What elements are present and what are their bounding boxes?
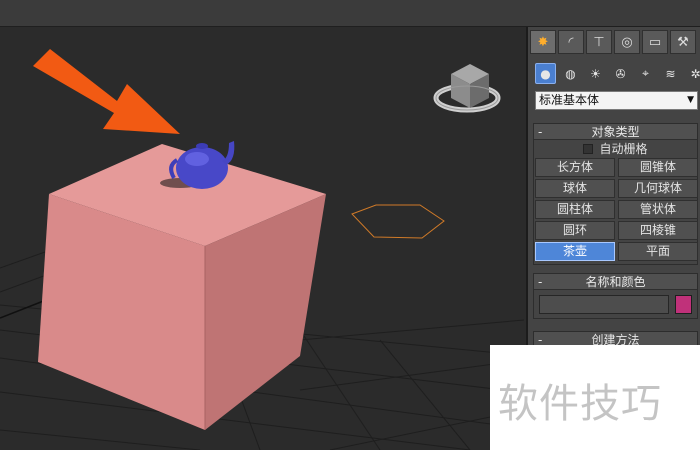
cone-button[interactable]: 圆锥体: [618, 158, 698, 177]
cameras-icon[interactable]: ✇: [610, 63, 631, 84]
helpers-icon[interactable]: ⌖: [635, 63, 656, 84]
arrow-annotation: [33, 49, 180, 134]
object-type-header[interactable]: - 对象类型: [534, 124, 697, 140]
create-tab-icon[interactable]: ✸: [530, 30, 556, 54]
category-icons: ● ◍ ☀ ✇ ⌖ ≋ ✲: [535, 63, 700, 84]
name-color-rollout: - 名称和颜色: [533, 273, 698, 319]
motion-tab-icon[interactable]: ◎: [614, 30, 640, 54]
geometry-icon[interactable]: ●: [535, 63, 556, 84]
command-panel-tabs: ✸ ◜ ⊤ ◎ ▭ ⚒: [530, 30, 696, 54]
teapot-button[interactable]: 茶壶: [535, 242, 615, 261]
object-type-rollout: - 对象类型 自动栅格 长方体 圆锥体 球体 几何球体 圆柱体 管状体 圆环 四…: [533, 123, 698, 265]
autogrid-row: 自动栅格: [534, 140, 697, 157]
modify-tab-icon[interactable]: ◜: [558, 30, 584, 54]
viewcube[interactable]: [433, 64, 501, 113]
object-type-buttons: 长方体 圆锥体 球体 几何球体 圆柱体 管状体 圆环 四棱锥 茶壶 平面: [534, 157, 698, 264]
autogrid-label: 自动栅格: [599, 142, 648, 156]
utilities-tab-icon[interactable]: ⚒: [670, 30, 696, 54]
name-color-header[interactable]: - 名称和颜色: [534, 274, 697, 290]
space-warps-icon[interactable]: ≋: [660, 63, 681, 84]
sphere-button[interactable]: 球体: [535, 179, 615, 198]
cylinder-button[interactable]: 圆柱体: [535, 200, 615, 219]
collapse-icon: -: [538, 125, 543, 139]
pyramid-button[interactable]: 四棱锥: [618, 221, 698, 240]
lights-icon[interactable]: ☀: [585, 63, 606, 84]
collapse-icon: -: [538, 275, 543, 289]
box-button[interactable]: 长方体: [535, 158, 615, 177]
primitive-type-dropdown[interactable]: 标准基本体 ▼: [535, 91, 698, 110]
geosphere-button[interactable]: 几何球体: [618, 179, 698, 198]
autogrid-checkbox[interactable]: [583, 143, 594, 154]
perspective-viewport[interactable]: [0, 27, 524, 450]
hexagon-shape[interactable]: [351, 204, 445, 239]
object-color-swatch[interactable]: [675, 295, 692, 314]
hierarchy-tab-icon[interactable]: ⊤: [586, 30, 612, 54]
display-tab-icon[interactable]: ▭: [642, 30, 668, 54]
dropdown-value: 标准基本体: [539, 93, 600, 107]
object-type-title: 对象类型: [591, 125, 640, 139]
chevron-down-icon: ▼: [687, 95, 694, 105]
watermark-text: 软件技巧: [498, 381, 662, 427]
name-color-row: [534, 290, 697, 318]
plane-button[interactable]: 平面: [618, 242, 698, 261]
name-color-title: 名称和颜色: [585, 275, 646, 289]
top-toolbar: [0, 0, 700, 27]
tube-button[interactable]: 管状体: [618, 200, 698, 219]
torus-button[interactable]: 圆环: [535, 221, 615, 240]
shapes-icon[interactable]: ◍: [560, 63, 581, 84]
object-name-field[interactable]: [539, 295, 669, 314]
systems-icon[interactable]: ✲: [685, 63, 700, 84]
watermark-overlay: 软件技巧: [490, 345, 700, 450]
